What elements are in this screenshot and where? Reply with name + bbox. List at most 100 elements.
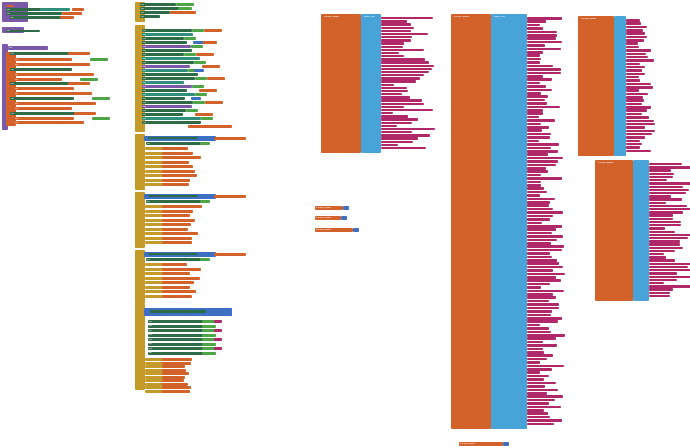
value-block[interactable] (162, 379, 184, 382)
statement-block[interactable] (14, 92, 72, 95)
text-block[interactable] (381, 26, 414, 29)
value-block[interactable] (162, 223, 191, 226)
text-block[interactable] (527, 95, 548, 98)
text-block[interactable] (527, 170, 548, 173)
logic-block[interactable] (90, 58, 108, 61)
text-block[interactable] (527, 180, 541, 184)
statement-block[interactable] (14, 117, 74, 120)
text-block[interactable] (381, 124, 397, 128)
text-block[interactable] (527, 44, 545, 47)
logic-block[interactable] (202, 342, 216, 346)
value-block[interactable] (68, 63, 90, 66)
global-variable-block[interactable] (321, 14, 361, 153)
text-block[interactable] (649, 249, 675, 253)
text-block[interactable] (649, 182, 690, 185)
text-block[interactable] (527, 351, 544, 354)
text-block[interactable] (626, 106, 651, 109)
text-block[interactable] (214, 329, 222, 332)
value-block[interactable] (162, 358, 192, 361)
value-block[interactable] (162, 290, 196, 293)
text-block[interactable] (527, 330, 551, 334)
text-block[interactable] (381, 39, 411, 42)
text-block[interactable] (527, 412, 548, 415)
text-block[interactable] (527, 310, 552, 313)
text-block[interactable] (527, 173, 541, 177)
text-block[interactable] (626, 122, 655, 126)
value-block[interactable] (162, 276, 200, 280)
text-block[interactable] (527, 378, 544, 381)
text-block[interactable] (626, 55, 648, 59)
text-block[interactable] (381, 20, 407, 23)
text-block[interactable] (626, 89, 639, 92)
text-block[interactable] (527, 112, 543, 116)
global-variable-block[interactable] (315, 206, 343, 210)
value-block[interactable] (68, 52, 90, 55)
text-block[interactable] (527, 23, 540, 27)
global-name-field[interactable] (580, 17, 612, 20)
text-block[interactable] (381, 146, 426, 150)
procedure-header[interactable] (8, 46, 48, 50)
local-label[interactable] (145, 214, 163, 217)
text-block[interactable] (626, 96, 643, 99)
text-block[interactable] (527, 327, 549, 330)
statement-block[interactable] (14, 73, 74, 76)
statement-block[interactable] (148, 333, 204, 337)
text-block[interactable] (527, 419, 562, 422)
text-block[interactable] (626, 59, 654, 62)
number-block[interactable] (341, 216, 347, 220)
text-block[interactable] (527, 184, 541, 187)
text-block[interactable] (527, 333, 565, 337)
statement-block[interactable] (10, 52, 70, 55)
value-block[interactable] (195, 113, 213, 116)
statement-block[interactable] (142, 65, 190, 68)
text-block[interactable] (527, 303, 559, 306)
value-block[interactable] (162, 281, 194, 284)
event-handler[interactable] (135, 134, 145, 190)
text-block[interactable] (527, 30, 557, 34)
text-block[interactable] (527, 398, 555, 402)
text-block[interactable] (649, 281, 664, 285)
text-block[interactable] (527, 296, 556, 300)
text-block[interactable] (381, 112, 393, 115)
logic-block[interactable] (191, 45, 203, 48)
text-block[interactable] (626, 142, 642, 146)
text-block[interactable] (626, 139, 640, 143)
statement-block[interactable] (142, 57, 200, 60)
logic-block[interactable] (80, 78, 98, 81)
value-block[interactable] (70, 92, 92, 95)
local-label[interactable] (145, 236, 163, 240)
event-handler[interactable] (135, 304, 145, 390)
text-block[interactable] (527, 91, 541, 95)
text-block[interactable] (626, 22, 641, 25)
text-block[interactable] (527, 344, 557, 347)
local-label[interactable] (145, 267, 163, 271)
text-block[interactable] (527, 218, 550, 221)
text-block[interactable] (626, 129, 655, 133)
text-block[interactable] (527, 190, 547, 194)
local-label[interactable] (145, 205, 163, 208)
text-block[interactable] (527, 265, 563, 269)
text-block[interactable] (527, 40, 562, 44)
text-block[interactable] (626, 35, 647, 39)
value-block[interactable] (162, 209, 193, 213)
text-block[interactable] (527, 187, 544, 190)
value-block[interactable] (162, 232, 198, 235)
text-block[interactable] (381, 96, 410, 99)
statement-block[interactable] (10, 68, 72, 71)
value-block[interactable] (202, 65, 220, 68)
text-block[interactable] (649, 256, 666, 259)
text-block[interactable] (381, 115, 408, 118)
local-label[interactable] (145, 294, 163, 298)
text-block[interactable] (649, 291, 670, 294)
local-label[interactable] (145, 285, 163, 289)
text-block[interactable] (649, 220, 681, 224)
text-block[interactable] (527, 255, 552, 259)
text-block[interactable] (527, 221, 542, 225)
text-block[interactable] (527, 235, 563, 238)
text-block[interactable] (214, 338, 222, 341)
text-block[interactable] (381, 45, 403, 48)
text-block[interactable] (527, 27, 543, 30)
statement-block[interactable] (14, 78, 62, 81)
value-block[interactable] (199, 89, 217, 92)
text-block[interactable] (381, 102, 424, 105)
